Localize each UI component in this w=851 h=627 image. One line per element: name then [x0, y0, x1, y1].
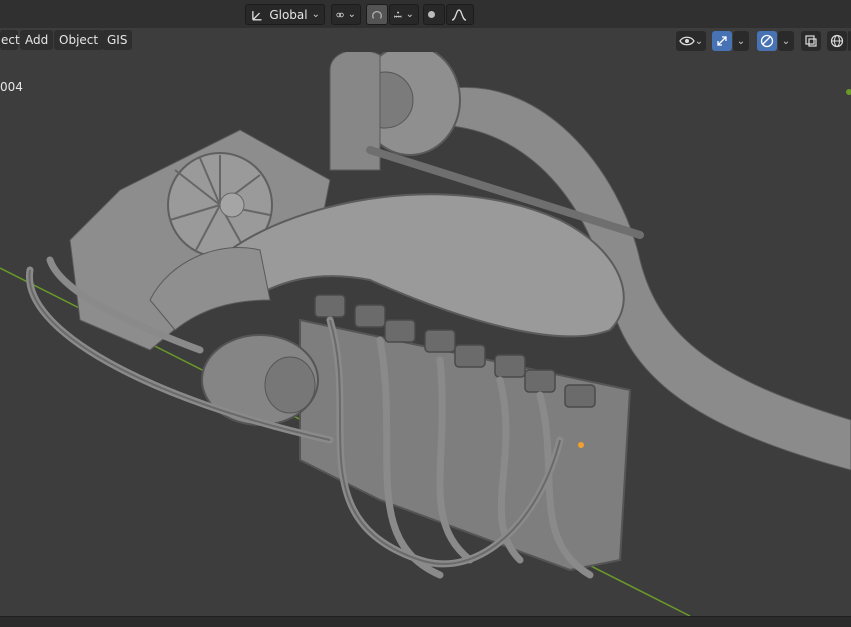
eye-icon	[679, 36, 695, 46]
viewport-object-name: 004	[0, 80, 23, 94]
gizmo-toggle[interactable]	[712, 31, 732, 51]
chevron-down-icon: ⌄	[311, 9, 320, 20]
menu-object-partial-label: ect	[1, 33, 20, 47]
overlays-dropdown[interactable]: ⌄	[778, 31, 794, 51]
transform-orientation-dropdown[interactable]: Global ⌄	[245, 4, 325, 25]
chevron-down-icon: ⌄	[694, 35, 704, 47]
object-origin	[578, 442, 584, 448]
object-mode-menu[interactable]: ect	[0, 30, 20, 50]
chevron-down-icon: ⌄	[736, 35, 746, 47]
snap-target-dropdown[interactable]: ⌄	[389, 4, 419, 25]
proportional-edit-icon	[428, 11, 435, 18]
proportional-edit-toggle[interactable]	[423, 4, 445, 25]
snap-increment-icon	[394, 11, 402, 18]
proportional-falloff-dropdown[interactable]	[446, 4, 474, 25]
menu-object[interactable]: Object	[54, 30, 104, 50]
bottom-bar	[0, 616, 851, 627]
3d-viewport[interactable]	[0, 52, 851, 616]
xray-icon	[805, 35, 817, 47]
chevron-down-icon: ⌄	[405, 9, 414, 20]
pivot-icon	[336, 12, 344, 17]
falloff-curve-icon	[451, 8, 467, 21]
gizmo-dropdown[interactable]: ⌄	[733, 31, 749, 51]
transform-orientation-label: Global	[269, 7, 308, 22]
wireframe-sphere-icon	[830, 34, 844, 48]
menu-add[interactable]: Add	[20, 30, 54, 50]
viewport-header: Global ⌄ ⌄ ⌄	[0, 0, 851, 28]
snap-toggle[interactable]	[366, 4, 388, 25]
overlays-toggle[interactable]	[757, 31, 777, 51]
chevron-down-icon: ⌄	[781, 35, 791, 47]
shading-wireframe-button[interactable]	[827, 31, 847, 51]
menu-add-label: Add	[25, 33, 49, 47]
visibility-dropdown[interactable]: ⌄	[676, 31, 706, 51]
engine-model	[0, 52, 851, 616]
xray-toggle[interactable]	[801, 31, 821, 51]
overlays-icon	[760, 34, 774, 48]
pivot-point-dropdown[interactable]: ⌄	[331, 4, 361, 25]
menu-gis[interactable]: GIS	[102, 30, 133, 50]
menu-object-label: Object	[59, 33, 99, 47]
chevron-down-icon: ⌄	[347, 9, 356, 20]
menu-gis-label: GIS	[107, 33, 128, 47]
gizmo-icon	[717, 36, 727, 46]
snap-icon	[372, 10, 382, 19]
orientation-icon	[252, 10, 262, 20]
